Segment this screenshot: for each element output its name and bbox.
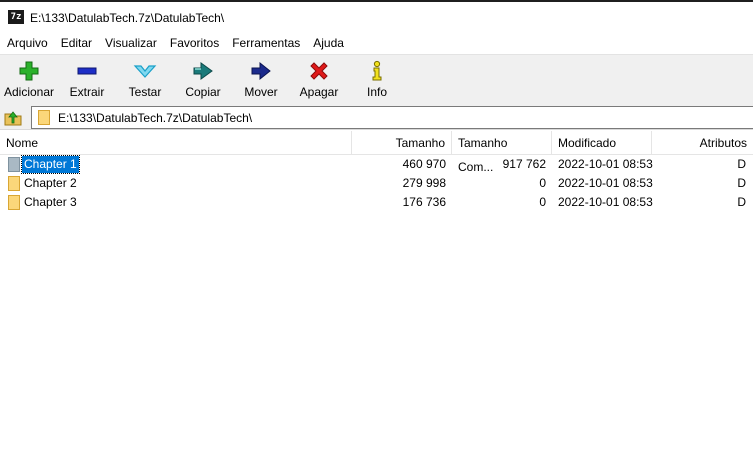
info-button[interactable]: Info — [348, 55, 406, 105]
item-modified: 2022-10-01 08:53 — [558, 157, 653, 171]
file-list: Nome Tamanho Tamanho Com... Modificado A… — [0, 131, 753, 476]
test-button[interactable]: Testar — [116, 55, 174, 105]
list-item[interactable]: Chapter 1 460 970 917 762 2022-10-01 08:… — [0, 155, 753, 174]
column-header-modified[interactable]: Modificado — [552, 131, 652, 155]
item-size: 279 998 — [402, 176, 446, 190]
extract-button[interactable]: Extrair — [58, 55, 116, 105]
folder-icon — [8, 195, 20, 210]
item-packed-size: 917 762 — [502, 157, 546, 171]
plus-icon — [19, 61, 39, 81]
column-header-packed-size[interactable]: Tamanho Com... — [452, 131, 552, 174]
copy-arrow-icon — [193, 62, 213, 80]
move-arrow-icon — [251, 61, 271, 81]
menu-bar: Arquivo Editar Visualizar Favoritos Ferr… — [0, 32, 753, 54]
list-header: Nome Tamanho Tamanho Com... Modificado A… — [0, 131, 753, 174]
folder-icon — [8, 176, 20, 191]
item-name: Chapter 2 — [24, 176, 77, 190]
column-header-size[interactable]: Tamanho — [352, 131, 452, 155]
copy-label: Copiar — [185, 85, 221, 99]
address-text: E:\133\DatulabTech.7z\DatulabTech\ — [58, 111, 253, 125]
item-modified: 2022-10-01 08:53 — [558, 176, 653, 190]
menu-ferramentas[interactable]: Ferramentas — [226, 32, 306, 54]
column-header-name[interactable]: Nome — [0, 131, 352, 155]
test-label: Testar — [128, 85, 162, 99]
delete-label: Apagar — [299, 85, 339, 99]
list-item[interactable]: Chapter 2 279 998 0 2022-10-01 08:53 D — [0, 174, 753, 193]
menu-favoritos[interactable]: Favoritos — [164, 32, 225, 54]
address-bar: E:\133\DatulabTech.7z\DatulabTech\ — [0, 104, 753, 130]
item-size: 176 736 — [402, 195, 446, 209]
window-title: E:\133\DatulabTech.7z\DatulabTech\ — [30, 11, 225, 25]
column-header-attributes[interactable]: Atributos — [652, 131, 753, 155]
menu-arquivo[interactable]: Arquivo — [1, 32, 54, 54]
menu-ajuda[interactable]: Ajuda — [307, 32, 350, 54]
title-bar: 7z E:\133\DatulabTech.7z\DatulabTech\ — [0, 2, 753, 32]
folder-icon — [38, 110, 50, 125]
info-label: Info — [366, 85, 387, 99]
extract-label: Extrair — [69, 85, 105, 99]
address-field[interactable]: E:\133\DatulabTech.7z\DatulabTech\ — [31, 106, 753, 129]
add-button[interactable]: Adicionar — [0, 55, 58, 105]
add-label: Adicionar — [3, 85, 55, 99]
item-name: Chapter 1 — [21, 155, 80, 174]
item-packed-size: 0 — [539, 195, 546, 209]
move-label: Mover — [244, 85, 278, 99]
item-modified: 2022-10-01 08:53 — [558, 195, 653, 209]
item-packed-size: 0 — [539, 176, 546, 190]
menu-visualizar[interactable]: Visualizar — [99, 32, 163, 54]
item-attributes: D — [737, 176, 746, 190]
folder-icon — [8, 157, 20, 172]
app-7zip-icon: 7z — [8, 10, 24, 24]
list-item[interactable]: Chapter 3 176 736 0 2022-10-01 08:53 D — [0, 193, 753, 212]
item-attributes: D — [737, 195, 746, 209]
move-button[interactable]: Mover — [232, 55, 290, 105]
minus-icon — [77, 67, 97, 75]
copy-button[interactable]: Copiar — [174, 55, 232, 105]
item-attributes: D — [737, 157, 746, 171]
item-size: 460 970 — [402, 157, 446, 171]
menu-editar[interactable]: Editar — [55, 32, 98, 54]
up-folder-icon[interactable] — [3, 108, 23, 126]
check-chevron-icon — [133, 65, 157, 78]
info-icon — [372, 60, 382, 81]
toolbar: Adicionar Extrair Testar Copiar Mover Ap… — [0, 54, 753, 104]
delete-button[interactable]: Apagar — [290, 55, 348, 105]
delete-x-icon — [310, 62, 328, 80]
item-name: Chapter 3 — [24, 195, 77, 209]
